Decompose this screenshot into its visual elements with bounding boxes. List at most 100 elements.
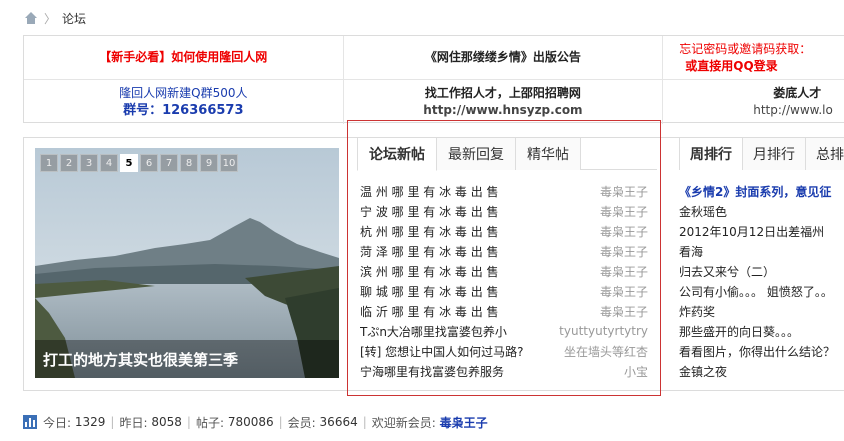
post-author-link[interactable]: 毒枭王子	[600, 243, 648, 260]
post-title-link[interactable]: 温 州 哪 里 有 冰 毒 出 售	[360, 183, 499, 200]
notice-recruit-url[interactable]: http://www.hnsyzp.com	[423, 102, 582, 119]
forum-stats-bar: 今日: 1329 | 昨日: 8058 | 帖子: 780086 | 会员: 3…	[23, 412, 488, 432]
post-title-link[interactable]: Tぷn大冶哪里找富婆包养小	[360, 323, 507, 340]
slideshow-caption[interactable]: 打工的地方其实也很美第三季	[35, 340, 339, 378]
post-author-link[interactable]: 毒枭王子	[600, 263, 648, 280]
notice-cell[interactable]: 找工作招人才，上邵阳招聘网 http://www.hnsyzp.com	[344, 80, 664, 124]
stats-welcome-label: 欢迎新会员:	[371, 415, 436, 430]
post-title-link[interactable]: 宁海哪里有找富婆包养服务	[360, 363, 504, 380]
post-title-link[interactable]: 滨 州 哪 里 有 冰 毒 出 售	[360, 263, 499, 280]
ranking-tabbar: 周排行 月排行 总排	[679, 138, 844, 170]
post-author-link[interactable]: 毒枭王子	[600, 283, 648, 300]
breadcrumb: 〉 论坛	[24, 8, 86, 28]
slideshow-page-button[interactable]: 1	[40, 154, 58, 172]
ranking-item-link[interactable]: 看海	[679, 241, 844, 261]
slideshow-page-button[interactable]: 6	[140, 154, 158, 172]
tab-weekly-rank[interactable]: 周排行	[679, 138, 743, 170]
tab-featured[interactable]: 精华帖	[516, 138, 581, 170]
notice-table: 【新手必看】如何使用隆回人网 《网住那缕缕乡情》出版公告 忘记密码或邀请码获取：…	[23, 35, 844, 124]
notice-loudi-url[interactable]: http://www.lo	[663, 102, 833, 119]
post-title-link[interactable]: 聊 城 哪 里 有 冰 毒 出 售	[360, 283, 499, 300]
breadcrumb-current[interactable]: 论坛	[62, 10, 86, 27]
notice-cell[interactable]: 隆回人网新建Q群500人 群号：126366573	[24, 80, 344, 124]
post-author-link[interactable]: 毒枭王子	[600, 303, 648, 320]
notice-row-2: 隆回人网新建Q群500人 群号：126366573 找工作招人才，上邵阳招聘网 …	[24, 80, 844, 124]
post-title-link[interactable]: 杭 州 哪 里 有 冰 毒 出 售	[360, 223, 499, 240]
slideshow-page-button[interactable]: 9	[200, 154, 218, 172]
slideshow-page-button[interactable]: 2	[60, 154, 78, 172]
post-author-link[interactable]: 毒枭王子	[600, 203, 648, 220]
ranking-item-link[interactable]: 归去又来兮（二）	[679, 261, 844, 281]
ranking-item-link[interactable]: 炸药奖	[679, 301, 844, 321]
notice-qq-login-text[interactable]: 或直接用QQ登录	[663, 58, 777, 75]
stats-posts-value: 780086	[227, 415, 274, 429]
notice-cell[interactable]: 《网住那缕缕乡情》出版公告	[344, 36, 664, 79]
post-title-link[interactable]: 菏 泽 哪 里 有 冰 毒 出 售	[360, 243, 499, 260]
tab-latest-replies[interactable]: 最新回复	[437, 138, 516, 170]
slideshow-page-button[interactable]: 7	[160, 154, 178, 172]
stats-divider: |	[362, 415, 367, 429]
post-row: 滨 州 哪 里 有 冰 毒 出 售 毒枭王子	[360, 261, 648, 281]
post-author-link[interactable]: 毒枭王子	[600, 223, 648, 240]
post-row: 临 沂 哪 里 有 冰 毒 出 售 毒枭王子	[360, 301, 648, 321]
stats-members-label: 会员:	[287, 415, 316, 430]
notice-password-text[interactable]: 忘记密码或邀请码获取：	[663, 41, 811, 58]
ranking-item-link[interactable]: 看看图片，你得出什么结论？	[679, 341, 844, 361]
notice-cell[interactable]: 忘记密码或邀请码获取： 或直接用QQ登录	[663, 36, 844, 79]
slideshow-pagination: 1 2 3 4 5 6 7 8 9 10	[40, 154, 238, 172]
slideshow-page-button[interactable]: 3	[80, 154, 98, 172]
tab-new-posts[interactable]: 论坛新帖	[357, 138, 437, 171]
post-row: Tぷn大冶哪里找富婆包养小 tyuttyutyrtytry	[360, 321, 648, 341]
post-row: 杭 州 哪 里 有 冰 毒 出 售 毒枭王子	[360, 221, 648, 241]
new-posts-list: 温 州 哪 里 有 冰 毒 出 售毒枭王子宁 波 哪 里 有 冰 毒 出 售毒枭…	[360, 181, 648, 381]
ranking-item-link[interactable]: 那些盛开的向日葵。。。	[679, 321, 844, 341]
post-row: 宁海哪里有找富婆包养服务 小宝	[360, 361, 648, 381]
stats-chart-icon	[23, 415, 37, 429]
stats-yesterday-label: 昨日:	[119, 415, 148, 430]
notice-cell[interactable]: 【新手必看】如何使用隆回人网	[24, 36, 344, 79]
home-icon[interactable]	[24, 12, 38, 24]
slideshow-page-button[interactable]: 5	[120, 154, 138, 172]
ranking-item-link[interactable]: 《乡情2》封面系列，意见征	[679, 181, 844, 201]
post-row: 温 州 哪 里 有 冰 毒 出 售 毒枭王子	[360, 181, 648, 201]
stats-divider: |	[110, 415, 115, 429]
slideshow-page-button[interactable]: 8	[180, 154, 198, 172]
stats-newest-member-link[interactable]: 毒枭王子	[440, 414, 488, 431]
stats-divider: |	[278, 415, 283, 429]
ranking-item-link[interactable]: 金镇之夜	[679, 361, 844, 381]
tab-total-rank[interactable]: 总排	[806, 138, 844, 170]
post-title-link[interactable]: 临 沂 哪 里 有 冰 毒 出 售	[360, 303, 499, 320]
post-author-link[interactable]: 坐在墙头等红杏	[564, 343, 648, 360]
notice-qq-group-title[interactable]: 隆回人网新建Q群500人	[119, 85, 247, 102]
slideshow-page-button[interactable]: 4	[100, 154, 118, 172]
tab-monthly-rank[interactable]: 月排行	[743, 138, 806, 170]
stats-yesterday-value: 8058	[151, 415, 182, 429]
stats-divider: |	[186, 415, 191, 429]
ranking-item-link[interactable]: 2012年10月12日出差福州	[679, 221, 844, 241]
slideshow-page-button[interactable]: 10	[220, 154, 238, 172]
notice-link-publication[interactable]: 《网住那缕缕乡情》出版公告	[425, 49, 581, 66]
post-author-link[interactable]: 小宝	[624, 363, 648, 380]
post-row: 宁 波 哪 里 有 冰 毒 出 售 毒枭王子	[360, 201, 648, 221]
post-author-link[interactable]: tyuttyutyrtytry	[559, 324, 648, 338]
ranking-list: 《乡情2》封面系列，意见征 金秋瑶色 2012年10月12日出差福州 看海 归去又来兮（…	[679, 181, 844, 381]
post-row: 菏 泽 哪 里 有 冰 毒 出 售 毒枭王子	[360, 241, 648, 261]
stats-posts-label: 帖子:	[195, 415, 224, 430]
ranking-item-link[interactable]: 公司有小偷。。。 姐愤怒了。。	[679, 281, 844, 301]
notice-recruit-text[interactable]: 找工作招人才，上邵阳招聘网	[425, 85, 581, 102]
post-title-link[interactable]: [转] 您想让中国人如何过马路?	[360, 343, 524, 360]
new-posts-tabbar: 论坛新帖 最新回复 精华帖	[357, 138, 657, 171]
notice-cell[interactable]: 娄底人才 http://www.lo	[663, 80, 844, 124]
stats-today-value: 1329	[74, 415, 106, 429]
notice-qq-group-number[interactable]: 群号：126366573	[123, 102, 243, 119]
stats-members-value: 36664	[319, 415, 358, 429]
forum-main-panel: 1 2 3 4 5 6 7 8 9 10 打工的地方其实也很美第三季 论坛新帖 最新回复 精华帖 温 …	[23, 120, 844, 396]
ranking-item-link[interactable]: 金秋瑶色	[679, 201, 844, 221]
post-title-link[interactable]: 宁 波 哪 里 有 冰 毒 出 售	[360, 203, 499, 220]
notice-loudi-text[interactable]: 娄底人才	[663, 85, 821, 102]
breadcrumb-separator: 〉	[44, 11, 57, 26]
notice-row-1: 【新手必看】如何使用隆回人网 《网住那缕缕乡情》出版公告 忘记密码或邀请码获取：…	[24, 36, 844, 80]
image-slideshow[interactable]: 1 2 3 4 5 6 7 8 9 10 打工的地方其实也很美第三季	[35, 148, 339, 378]
notice-link-newbie[interactable]: 【新手必看】如何使用隆回人网	[99, 49, 267, 66]
post-author-link[interactable]: 毒枭王子	[600, 183, 648, 200]
